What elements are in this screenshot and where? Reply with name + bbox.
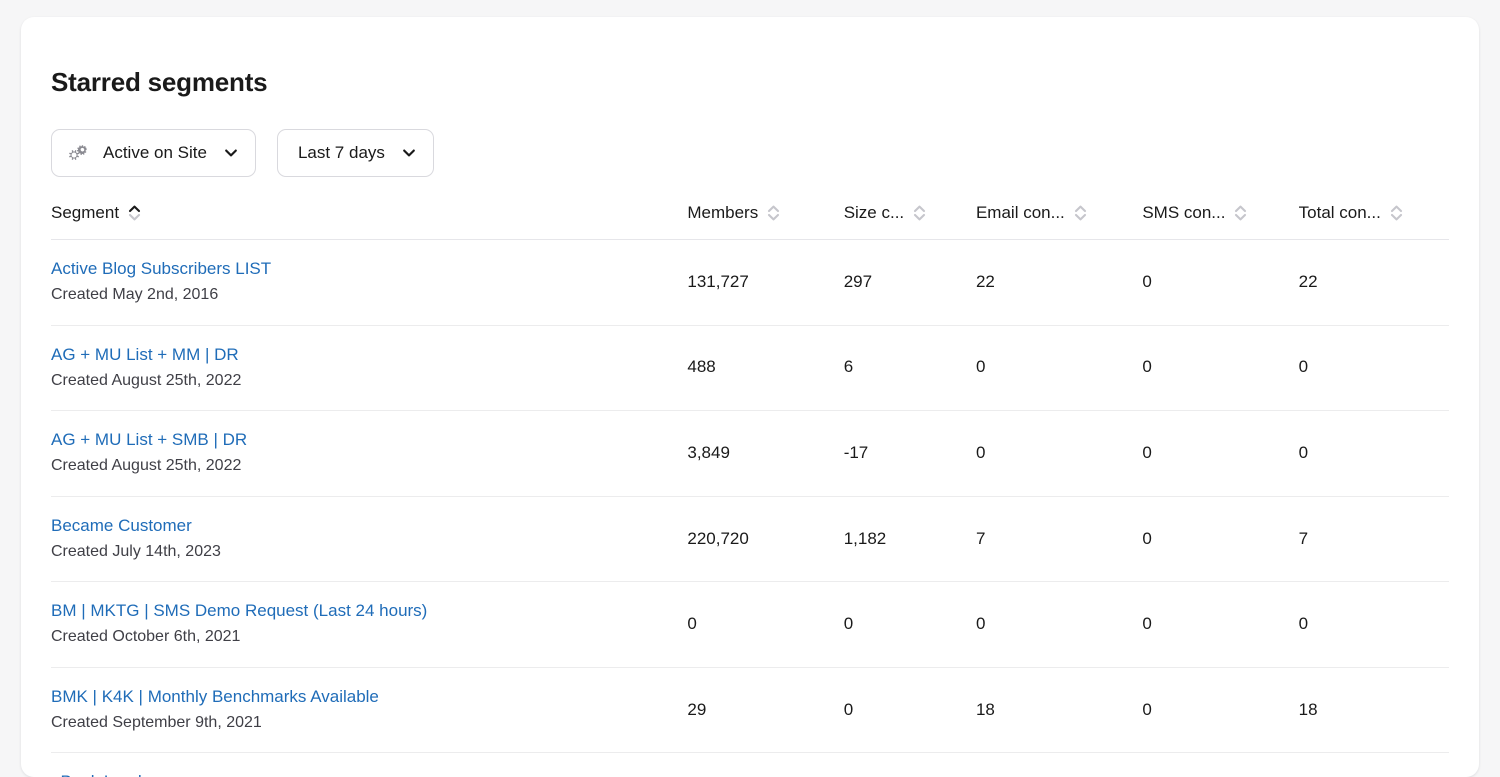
sms-conversions-cell: 0 [1142, 753, 1298, 777]
size-change-cell: 0 [844, 753, 976, 777]
sms-conversions-cell: 0 [1142, 325, 1298, 411]
size-change-cell: 297 [844, 240, 976, 326]
segment-name-link[interactable]: AG + MU List + MM | DR [51, 344, 239, 367]
email-conversions-cell: 18 [976, 667, 1142, 753]
date-range-filter-button[interactable]: Last 7 days [277, 129, 434, 177]
column-header-label: Members [687, 203, 758, 223]
page-title: Starred segments [51, 47, 1449, 98]
activity-filter-button[interactable]: Active on Site [51, 129, 256, 177]
sms-conversions-cell: 0 [1142, 240, 1298, 326]
sort-ascending-icon[interactable] [128, 204, 141, 222]
segment-name-link[interactable]: BM | MKTG | SMS Demo Request (Last 24 ho… [51, 600, 427, 623]
members-cell: 488 [687, 325, 843, 411]
segment-cell: AG + MU List + SMB | DR Created August 2… [51, 411, 687, 497]
segment-created-date: Created August 25th, 2022 [51, 370, 687, 392]
table-row: BM | MKTG | SMS Demo Request (Last 24 ho… [51, 582, 1449, 668]
email-conversions-cell: 0 [976, 582, 1142, 668]
table-row: BMK | K4K | Monthly Benchmarks Available… [51, 667, 1449, 753]
table-header: Segment Members [51, 203, 1449, 240]
size-change-cell: 6 [844, 325, 976, 411]
sort-icon[interactable] [1390, 204, 1403, 222]
segment-cell: Active Blog Subscribers LIST Created May… [51, 240, 687, 326]
sort-icon[interactable] [1074, 204, 1087, 222]
size-change-cell: 0 [844, 582, 976, 668]
filter-toolbar: Active on Site Last 7 days [51, 129, 1449, 177]
segment-cell: BMK | K4K | Monthly Benchmarks Available… [51, 667, 687, 753]
sort-icon[interactable] [913, 204, 926, 222]
table-row: eBook Leads Created April 21st, 2016 25 … [51, 753, 1449, 777]
segment-cell: AG + MU List + MM | DR Created August 25… [51, 325, 687, 411]
total-conversions-cell: 0 [1299, 582, 1449, 668]
column-header-label: SMS con... [1142, 203, 1225, 223]
segment-cell: eBook Leads Created April 21st, 2016 [51, 753, 687, 777]
starred-segments-card: Starred segments Active on Site [21, 17, 1479, 777]
column-header-label: Size c... [844, 203, 904, 223]
members-cell: 29 [687, 667, 843, 753]
email-conversions-cell: 0 [976, 411, 1142, 497]
table-row: Became Customer Created July 14th, 2023 … [51, 496, 1449, 582]
column-header-total-conversions[interactable]: Total con... [1299, 203, 1449, 240]
sort-icon[interactable] [767, 204, 780, 222]
sms-conversions-cell: 0 [1142, 411, 1298, 497]
activity-filter-label: Active on Site [99, 143, 211, 163]
segment-created-date: Created August 25th, 2022 [51, 455, 687, 477]
sort-icon[interactable] [1234, 204, 1247, 222]
segment-created-date: Created May 2nd, 2016 [51, 284, 687, 306]
members-cell: 131,727 [687, 240, 843, 326]
table-row: AG + MU List + SMB | DR Created August 2… [51, 411, 1449, 497]
total-conversions-cell: 18 [1299, 667, 1449, 753]
sms-conversions-cell: 0 [1142, 667, 1298, 753]
segment-name-link[interactable]: Active Blog Subscribers LIST [51, 258, 271, 281]
table-row: Active Blog Subscribers LIST Created May… [51, 240, 1449, 326]
total-conversions-cell: 22 [1299, 240, 1449, 326]
table-body: Active Blog Subscribers LIST Created May… [51, 240, 1449, 777]
column-header-sms-conversions[interactable]: SMS con... [1142, 203, 1298, 240]
segment-created-date: Created July 14th, 2023 [51, 541, 687, 563]
total-conversions-cell: 0 [1299, 753, 1449, 777]
column-header-label: Segment [51, 203, 119, 223]
sms-conversions-cell: 0 [1142, 582, 1298, 668]
column-header-email-conversions[interactable]: Email con... [976, 203, 1142, 240]
email-conversions-cell: 7 [976, 496, 1142, 582]
column-header-members[interactable]: Members [687, 203, 843, 240]
segment-name-link[interactable]: AG + MU List + SMB | DR [51, 429, 247, 452]
sms-conversions-cell: 0 [1142, 496, 1298, 582]
size-change-cell: -17 [844, 411, 976, 497]
segment-cell: Became Customer Created July 14th, 2023 [51, 496, 687, 582]
segment-name-link[interactable]: eBook Leads [51, 771, 150, 777]
segment-name-link[interactable]: Became Customer [51, 515, 192, 538]
segment-created-date: Created September 9th, 2021 [51, 712, 687, 734]
total-conversions-cell: 0 [1299, 411, 1449, 497]
email-conversions-cell: 22 [976, 240, 1142, 326]
segment-created-date: Created October 6th, 2021 [51, 626, 687, 648]
members-cell: 220,720 [687, 496, 843, 582]
members-cell: 0 [687, 582, 843, 668]
chevron-down-icon [399, 145, 417, 161]
column-header-label: Total con... [1299, 203, 1381, 223]
total-conversions-cell: 0 [1299, 325, 1449, 411]
gears-icon [68, 143, 89, 164]
total-conversions-cell: 7 [1299, 496, 1449, 582]
date-range-filter-label: Last 7 days [294, 143, 389, 163]
column-header-label: Email con... [976, 203, 1065, 223]
table-row: AG + MU List + MM | DR Created August 25… [51, 325, 1449, 411]
segment-cell: BM | MKTG | SMS Demo Request (Last 24 ho… [51, 582, 687, 668]
members-cell: 25 [687, 753, 843, 777]
email-conversions-cell: 0 [976, 325, 1142, 411]
table-header-row: Segment Members [51, 203, 1449, 240]
column-header-segment[interactable]: Segment [51, 203, 687, 240]
size-change-cell: 1,182 [844, 496, 976, 582]
chevron-down-icon [221, 145, 239, 161]
members-cell: 3,849 [687, 411, 843, 497]
segments-table: Segment Members [51, 203, 1449, 777]
size-change-cell: 0 [844, 667, 976, 753]
email-conversions-cell: 0 [976, 753, 1142, 777]
column-header-size-change[interactable]: Size c... [844, 203, 976, 240]
segment-name-link[interactable]: BMK | K4K | Monthly Benchmarks Available [51, 686, 379, 709]
